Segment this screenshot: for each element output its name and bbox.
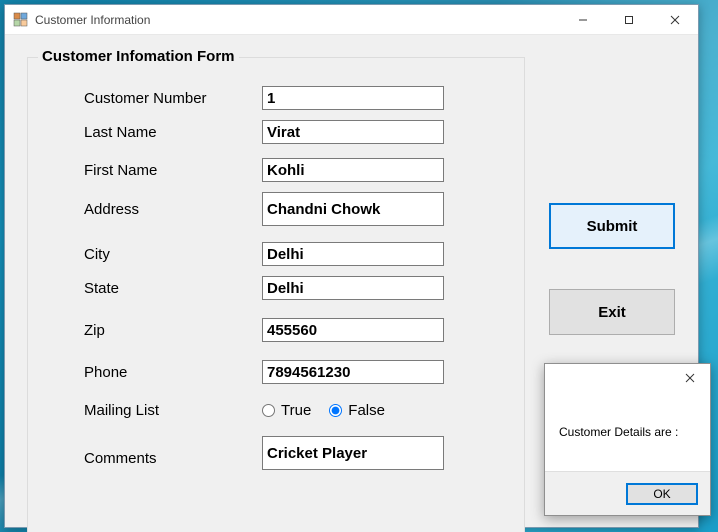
submit-button-label: Submit [587,218,638,235]
exit-button-label: Exit [598,304,626,321]
exit-button[interactable]: Exit [549,289,675,335]
radio-true[interactable] [262,404,275,417]
message-box-button-row: OK [545,471,710,515]
message-box-ok-button[interactable]: OK [626,483,698,505]
label-address: Address [84,201,262,218]
close-button[interactable] [652,5,698,35]
label-mailing-list: Mailing List [84,402,262,419]
input-first-name[interactable] [262,158,444,182]
form-legend: Customer Infomation Form [38,48,239,65]
maximize-button[interactable] [606,5,652,35]
label-first-name: First Name [84,162,262,179]
label-city: City [84,246,262,263]
message-box-ok-label: OK [653,487,670,501]
submit-button[interactable]: Submit [549,203,675,249]
radio-true-text: True [281,402,311,419]
app-icon [13,12,29,28]
radio-false-text: False [348,402,385,419]
side-buttons: Submit Exit [549,203,679,375]
label-last-name: Last Name [84,124,262,141]
minimize-button[interactable] [560,5,606,35]
radio-false-label[interactable]: False [329,402,385,419]
message-box-close-button[interactable] [674,367,706,389]
input-customer-number[interactable] [262,86,444,110]
customer-form-group: Customer Infomation Form Customer Number… [27,57,525,532]
label-phone: Phone [84,364,262,381]
label-zip: Zip [84,322,262,339]
label-state: State [84,280,262,297]
mailing-list-radio-group: True False [262,402,385,419]
input-address[interactable] [262,192,444,226]
radio-false[interactable] [329,404,342,417]
input-state[interactable] [262,276,444,300]
input-city[interactable] [262,242,444,266]
window-title: Customer Information [35,13,150,27]
input-phone[interactable] [262,360,444,384]
titlebar: Customer Information [5,5,698,35]
label-customer-number: Customer Number [84,90,262,107]
message-box-body: Customer Details are : [545,392,710,471]
radio-true-label[interactable]: True [262,402,311,419]
input-last-name[interactable] [262,120,444,144]
message-box-text: Customer Details are : [559,425,678,439]
message-box-titlebar [545,364,710,392]
message-box: Customer Details are : OK [544,363,711,516]
input-comments[interactable] [262,436,444,470]
input-zip[interactable] [262,318,444,342]
label-comments: Comments [84,436,262,467]
